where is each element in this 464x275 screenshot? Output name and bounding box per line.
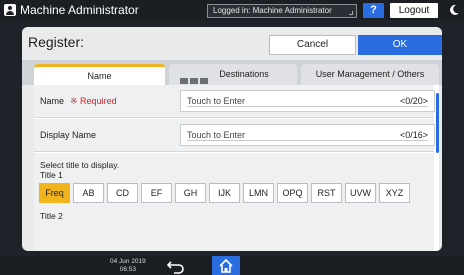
login-status-text: Logged in: Machine Administrator	[213, 6, 332, 15]
title-section: Select title to display. Title 1 Freq AB…	[34, 153, 434, 251]
title-hint: Select title to display.	[40, 160, 120, 170]
name-row: Name ※ Required Touch to Enter <0/20>	[34, 85, 435, 118]
title-key-cd[interactable]: CD	[107, 183, 138, 203]
tab-user-management[interactable]: User Management / Others	[301, 64, 439, 85]
app-title: Machine Administrator	[20, 3, 139, 17]
expand-icon	[349, 11, 353, 15]
tab-name-label: Name	[87, 71, 112, 81]
tab-destinations[interactable]: Destinations	[169, 64, 297, 85]
logout-button[interactable]: Logout	[390, 3, 438, 18]
tab-bar: Name Destinations User Management / Othe…	[22, 60, 442, 85]
ok-button[interactable]: OK	[358, 35, 442, 55]
time-text: 06:53	[119, 265, 137, 273]
title1-keys: Freq AB CD EF GH IJK LMN OPQ RST UVW XYZ	[39, 183, 413, 203]
display-name-row: Display Name Touch to Enter <0/16>	[34, 119, 435, 152]
name-label: Name ※ Required	[40, 96, 117, 107]
display-name-field-placeholder: Touch to Enter	[187, 130, 246, 140]
title-key-rst[interactable]: RST	[311, 183, 342, 203]
title-key-ijk[interactable]: IJK	[209, 183, 240, 203]
back-icon[interactable]	[162, 256, 190, 275]
required-marker: ※ Required	[70, 96, 117, 106]
title-key-opq[interactable]: OPQ	[277, 183, 308, 203]
title-key-ab[interactable]: AB	[73, 183, 104, 203]
user-icon	[4, 4, 16, 16]
moon-icon[interactable]	[448, 4, 460, 16]
display-name-field-underline	[187, 140, 428, 141]
tab-user-management-label: User Management / Others	[315, 69, 425, 79]
dialog-header: Register: Cancel OK	[22, 27, 442, 57]
title-key-gh[interactable]: GH	[175, 183, 206, 203]
tab-content: Name ※ Required Touch to Enter <0/20> Dis…	[34, 85, 439, 251]
title-key-ef[interactable]: EF	[141, 183, 172, 203]
name-label-text: Name	[40, 96, 65, 106]
title2-label: Title 2	[40, 211, 63, 221]
help-button[interactable]: ?	[363, 3, 384, 18]
title-key-xyz[interactable]: XYZ	[379, 183, 410, 203]
tab-destinations-label: Destinations	[219, 69, 269, 79]
datetime: 04 Jun 2019 06:53	[110, 258, 146, 273]
register-dialog: Register: Cancel OK Name Destinations Us…	[22, 27, 442, 251]
name-field-placeholder: Touch to Enter	[187, 96, 246, 106]
home-icon[interactable]	[212, 256, 240, 275]
page-title: Register:	[28, 34, 85, 50]
tab-name[interactable]: Name	[34, 64, 165, 85]
display-name-label: Display Name	[40, 130, 97, 140]
name-field[interactable]: Touch to Enter <0/20>	[180, 90, 435, 112]
scrollbar[interactable]	[436, 93, 439, 153]
display-name-char-counter: <0/16>	[399, 130, 428, 140]
destination-type-icons	[179, 71, 211, 84]
title-key-lmn[interactable]: LMN	[243, 183, 274, 203]
name-field-underline	[187, 106, 428, 107]
title-key-uvw[interactable]: UVW	[345, 183, 376, 203]
date-text: 04 Jun 2019	[110, 258, 146, 265]
display-name-field[interactable]: Touch to Enter <0/16>	[180, 124, 435, 146]
login-status[interactable]: Logged in: Machine Administrator	[207, 4, 357, 18]
cancel-button[interactable]: Cancel	[269, 35, 356, 55]
name-char-counter: <0/20>	[399, 96, 428, 106]
title1-label: Title 1	[40, 170, 63, 180]
bottom-bar: 04 Jun 2019 06:53	[0, 256, 464, 275]
top-bar: Machine Administrator Logged in: Machine…	[0, 0, 464, 20]
title-key-freq[interactable]: Freq	[39, 183, 70, 203]
